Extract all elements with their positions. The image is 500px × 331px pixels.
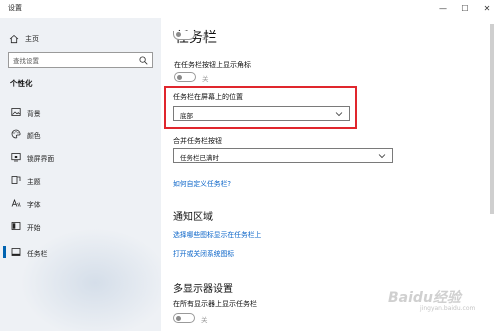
home-icon [9, 34, 19, 44]
toggle-knob [176, 32, 181, 37]
sidebar-item-home[interactable]: 主页 [9, 32, 39, 46]
customize-taskbar-link[interactable]: 如何自定义任务栏? [173, 178, 231, 188]
sidebar-item-label: 开始 [27, 224, 41, 232]
multi-display-toggle[interactable] [173, 313, 195, 323]
badges-setting-label: 在任务栏按钮上显示角标 [174, 61, 251, 69]
sidebar-item-taskbar[interactable]: 任务栏 [0, 244, 161, 260]
sidebar-item-label: 任务栏 [27, 250, 48, 258]
watermark-url: jingyan.baidu.com [420, 305, 476, 312]
search-input[interactable] [13, 55, 133, 66]
close-button[interactable]: ✕ [476, 0, 498, 18]
section-heading: 个性化 [10, 79, 33, 88]
start-icon [11, 222, 21, 230]
main-content: 任务栏 关 在任务栏按钮上显示角标 关 任务栏在屏幕上的位置 底部 合并任务栏按… [161, 18, 500, 331]
select-value: 任务栏已满时 [180, 154, 219, 162]
sidebar-item-background[interactable]: 背景 [0, 104, 161, 120]
taskbar-icon [11, 248, 21, 256]
multi-display-setting-label: 在所有显示器上显示任务栏 [173, 300, 257, 308]
brush-icon [11, 176, 21, 184]
combine-buttons-select[interactable]: 任务栏已满时 [173, 148, 393, 163]
sidebar-item-label: 主题 [27, 178, 41, 186]
highlight-annotation [164, 86, 357, 129]
sidebar-item-label: 锁屏界面 [27, 155, 55, 163]
sidebar-item-label: 颜色 [27, 132, 41, 140]
window-title: 设置 [8, 4, 22, 12]
system-icons-link[interactable]: 打开或关闭系统图标 [173, 248, 234, 258]
title-bar: 设置 — ☐ ✕ [0, 0, 500, 18]
sidebar: 主页 个性化 背景 颜色 锁屏界面 [0, 18, 161, 331]
sidebar-item-label: 主页 [25, 35, 39, 43]
select-taskbar-icons-link[interactable]: 选择哪些图标显示在任务栏上 [173, 229, 261, 239]
minimize-button[interactable]: — [432, 0, 454, 18]
scrollbar[interactable] [490, 24, 494, 214]
sidebar-item-themes[interactable]: 主题 [0, 172, 161, 188]
badges-toggle-state: 关 [202, 75, 209, 83]
toggle-knob [177, 74, 182, 80]
palette-icon [11, 129, 21, 139]
search-icon[interactable] [139, 56, 148, 65]
sidebar-item-start[interactable]: 开始 [0, 218, 161, 234]
sidebar-item-colors[interactable]: 颜色 [0, 126, 161, 142]
search-box[interactable] [8, 52, 153, 68]
watermark: Baidu经验 [388, 290, 461, 306]
picture-icon [11, 108, 21, 116]
sidebar-item-label: 背景 [27, 110, 41, 118]
notification-area-heading: 通知区域 [173, 212, 213, 223]
sidebar-item-label: 字体 [27, 201, 41, 209]
multi-display-toggle-state: 关 [201, 316, 208, 324]
multiple-displays-heading: 多显示器设置 [173, 284, 233, 295]
font-icon [11, 198, 21, 207]
combine-buttons-label: 合并任务栏按钮 [173, 137, 222, 145]
lock-taskbar-toggle[interactable] [173, 31, 195, 40]
badges-toggle[interactable] [174, 72, 196, 82]
lock-screen-icon [11, 153, 21, 162]
sidebar-item-lock-screen[interactable]: 锁屏界面 [0, 149, 161, 165]
chevron-down-icon [378, 154, 386, 159]
sidebar-item-fonts[interactable]: 字体 [0, 195, 161, 211]
maximize-button[interactable]: ☐ [454, 0, 476, 18]
toggle-knob [176, 315, 181, 321]
lock-taskbar-toggle-state: 关 [202, 33, 209, 41]
active-indicator [3, 246, 6, 258]
